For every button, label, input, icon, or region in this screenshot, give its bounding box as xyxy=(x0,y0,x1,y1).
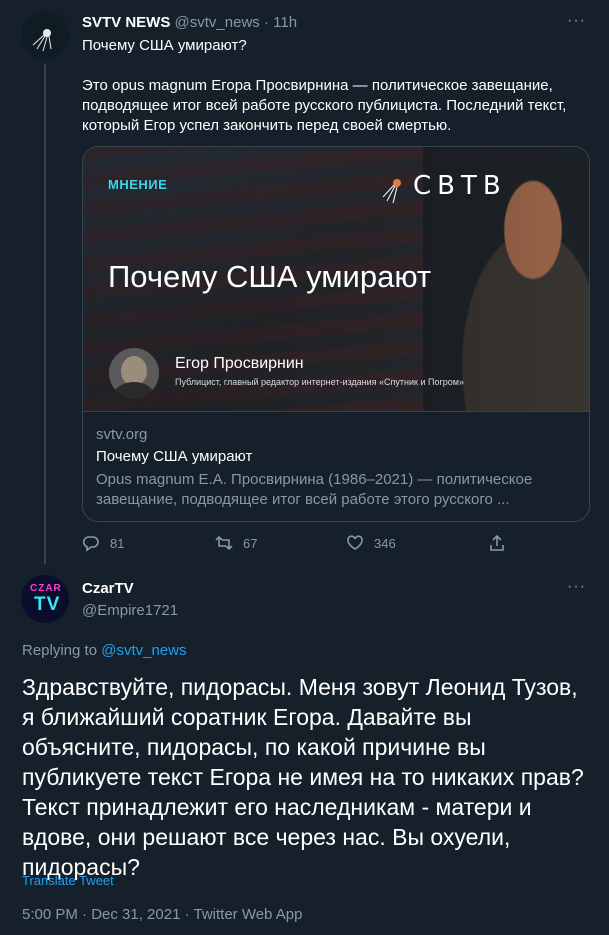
translate-tweet-link[interactable]: Translate Tweet xyxy=(22,873,114,888)
avatar-svtv[interactable] xyxy=(21,11,69,59)
svtv-logo: СВТВ xyxy=(413,171,507,201)
tweet-actions: 81 67 346 xyxy=(82,534,512,554)
link-card[interactable]: МНЕНИЕ СВТВ Почему США умирают Егор Прос… xyxy=(82,146,590,522)
card-author-subtitle: Публицист, главный редактор интернет-изд… xyxy=(175,377,464,387)
replying-prefix: Replying to xyxy=(22,642,98,659)
card-footer: svtv.org Почему США умирают Opus magnum … xyxy=(83,411,589,521)
author-name[interactable]: SVTV NEWS xyxy=(82,14,170,31)
avatar-text-bottom: TV xyxy=(34,594,61,615)
separator-dot: · xyxy=(263,14,269,31)
card-title: Почему США умирают xyxy=(96,448,253,465)
card-headline: Почему США умирают xyxy=(108,259,432,294)
tweet-text: Здравствуйте, пидорасы. Меня зовут Леони… xyxy=(22,674,584,880)
retweet-count: 67 xyxy=(243,535,258,551)
more-options-button[interactable]: ··· xyxy=(567,12,586,30)
author-handle[interactable]: @svtv_news xyxy=(175,14,260,31)
card-image: МНЕНИЕ СВТВ Почему США умирают Егор Прос… xyxy=(83,147,589,411)
satellite-icon xyxy=(382,179,401,204)
tweet-header: SVTV NEWS @svtv_news · 11h xyxy=(82,14,297,31)
like-button[interactable]: 346 xyxy=(346,534,396,552)
author-handle[interactable]: @Empire1721 xyxy=(82,602,178,619)
card-description: Opus magnum Е.А. Просвирнина (1986–2021)… xyxy=(96,471,533,508)
more-options-button[interactable]: ··· xyxy=(567,578,586,596)
card-author-name: Егор Просвирнин xyxy=(175,355,304,372)
reply-button[interactable]: 81 xyxy=(82,534,124,552)
tweet-title: Почему США умирают? xyxy=(82,37,247,54)
reply-count: 81 xyxy=(110,535,125,551)
retweet-button[interactable]: 67 xyxy=(215,534,257,552)
tweet-time[interactable]: 11h xyxy=(273,14,297,31)
like-count: 346 xyxy=(374,535,396,551)
replying-handle-link[interactable]: @svtv_news xyxy=(101,642,186,659)
reply-icon xyxy=(82,536,99,552)
tweet-body: Это opus magnum Егора Просвирнина — поли… xyxy=(82,77,567,134)
opinion-badge: МНЕНИЕ xyxy=(108,177,168,192)
avatar-czartv[interactable]: CZAR TV xyxy=(21,575,69,623)
author-avatar xyxy=(109,348,159,398)
like-icon xyxy=(347,535,363,550)
author-name[interactable]: CzarTV xyxy=(82,580,134,597)
card-domain: svtv.org xyxy=(96,426,148,443)
thread-line xyxy=(44,64,46,564)
retweet-icon xyxy=(215,535,233,551)
share-button[interactable] xyxy=(488,534,506,552)
avatar-text-top: CZAR xyxy=(30,583,62,594)
tweet-meta: 5:00 PM · Dec 31, 2021 · Twitter Web App xyxy=(22,906,303,923)
share-icon xyxy=(490,534,504,551)
replying-to: Replying to @svtv_news xyxy=(22,642,186,659)
satellite-icon xyxy=(21,11,69,59)
